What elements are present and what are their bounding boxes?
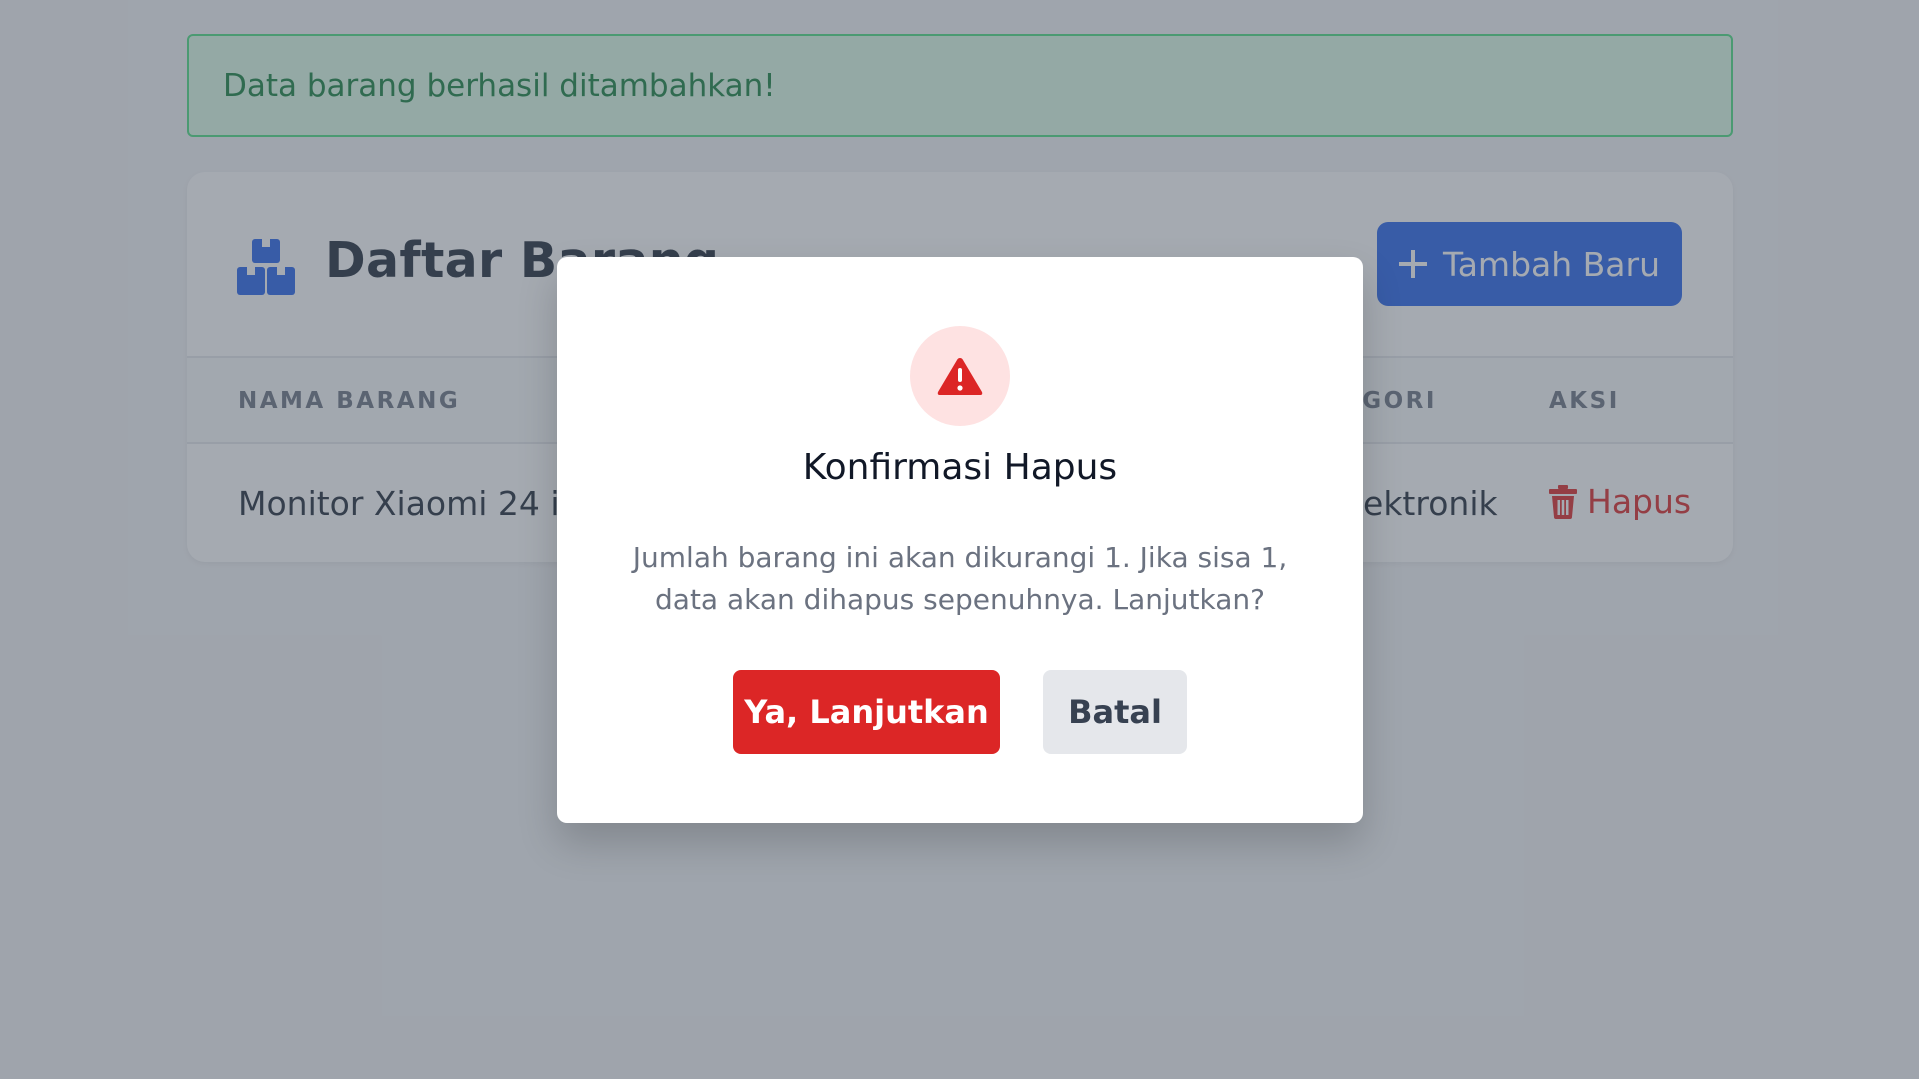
page: Data barang berhasil ditambahkan! Daftar… — [0, 0, 1919, 1079]
warning-badge — [910, 326, 1010, 426]
cancel-button[interactable]: Batal — [1043, 670, 1187, 754]
modal-message: Jumlah barang ini akan dikurangi 1. Jika… — [632, 541, 1288, 616]
warning-triangle-icon — [937, 358, 983, 395]
confirm-delete-modal: Konfirmasi Hapus Jumlah barang ini akan … — [557, 257, 1363, 823]
modal-title: Konfirmasi Hapus — [802, 447, 1118, 488]
confirm-button[interactable]: Ya, Lanjutkan — [733, 670, 1000, 754]
